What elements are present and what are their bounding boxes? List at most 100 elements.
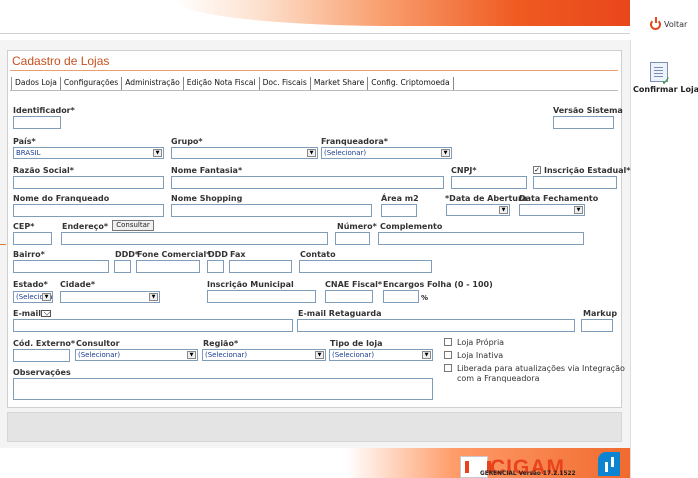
fone-comercial-label: Fone Comercial* xyxy=(137,250,211,259)
fax-label: Fax xyxy=(230,250,246,259)
observacoes-textarea[interactable] xyxy=(13,378,433,400)
confirm-store-label: Confirmar Loja xyxy=(633,85,698,94)
chevron-down-icon: ▼ xyxy=(499,206,508,214)
area-m2-input[interactable] xyxy=(381,204,417,217)
footer-area xyxy=(7,412,622,442)
complemento-input[interactable] xyxy=(378,232,584,245)
liberada-label-line2: com a Franqueadora xyxy=(457,374,540,383)
email-label: E-mail xyxy=(13,309,42,318)
tab-dados-loja[interactable]: Dados Loja xyxy=(12,77,61,90)
tipo-loja-label: Tipo de loja xyxy=(330,339,383,348)
divider xyxy=(0,33,630,34)
estado-label: Estado* xyxy=(13,280,48,289)
markup-input[interactable] xyxy=(581,319,613,332)
pais-value: BRASIL xyxy=(16,149,41,157)
razao-social-input[interactable] xyxy=(13,176,164,189)
data-fechamento-select[interactable]: ▼ xyxy=(519,204,585,216)
consultor-label: Consultor xyxy=(76,339,120,348)
estado-select[interactable]: (Selecionar)▼ xyxy=(13,291,53,303)
cnae-fiscal-input[interactable] xyxy=(325,290,373,303)
nome-franqueado-input[interactable] xyxy=(13,204,164,217)
loja-propria-label: Loja Própria xyxy=(457,338,505,347)
nome-fantasia-label: Nome Fantasia* xyxy=(171,166,243,175)
tab-divider xyxy=(10,90,618,91)
razao-social-label: Razão Social* xyxy=(13,166,74,175)
inscricao-estadual-input[interactable] xyxy=(533,176,617,189)
back-button[interactable]: Voltar xyxy=(650,16,687,32)
ddd-label: DDD* xyxy=(115,250,140,259)
grupo-select[interactable]: ▼ xyxy=(171,147,318,159)
data-abertura-select[interactable]: ▼ xyxy=(446,204,510,216)
fax-input[interactable] xyxy=(229,260,292,273)
cidade-select[interactable]: ▼ xyxy=(60,291,160,303)
pais-label: País* xyxy=(13,137,36,146)
inscricao-estadual-label: Inscrição Estadual* xyxy=(544,166,631,175)
identificador-label: Identificador* xyxy=(13,106,75,115)
endereco-input[interactable] xyxy=(61,232,328,245)
left-edge-marker xyxy=(0,244,6,245)
bairro-input[interactable] xyxy=(13,260,109,273)
logo-subtitle: GERENCIAL Versão 17.2.1522 xyxy=(480,471,576,477)
loja-propria-checkbox[interactable] xyxy=(444,338,452,346)
regiao-label: Região* xyxy=(203,339,239,348)
liberada-checkbox[interactable] xyxy=(444,364,452,372)
tab-edicao-nota-fiscal[interactable]: Edição Nota Fiscal xyxy=(184,77,260,90)
pais-select[interactable]: BRASIL ▼ xyxy=(13,147,164,159)
endereco-label: Endereço* xyxy=(62,222,109,231)
regiao-select[interactable]: (Selecionar) ▼ xyxy=(202,349,326,361)
ddd-fax-input[interactable] xyxy=(207,260,224,273)
versao-sistema-input[interactable] xyxy=(553,116,614,129)
loja-inativa-checkbox[interactable] xyxy=(444,351,452,359)
data-abertura-label: *Data de Abertura xyxy=(445,194,528,203)
consultor-value: (Selecionar) xyxy=(78,351,121,359)
cod-externo-input[interactable] xyxy=(13,349,70,362)
fone-comercial-input[interactable] xyxy=(136,260,200,273)
nome-shopping-label: Nome Shopping xyxy=(171,194,243,203)
encargos-folha-label: Encargos Folha (0 - 100) xyxy=(383,280,493,289)
liberada-label-line1: Liberada para atualizações via Integraçã… xyxy=(457,364,625,373)
document-check-icon: ✓ xyxy=(650,62,671,88)
tab-doc-fiscais[interactable]: Doc. Fiscais xyxy=(260,77,311,90)
data-fechamento-label: Data Fechamento xyxy=(519,194,599,203)
chevron-down-icon: ▼ xyxy=(315,351,324,359)
page-title: Cadastro de Lojas xyxy=(12,54,110,68)
consultor-select[interactable]: (Selecionar) ▼ xyxy=(75,349,198,361)
cigam-logo: CIGAM GERENCIAL Versão 17.2.1522 xyxy=(460,452,620,478)
inscricao-estadual-checkbox[interactable]: ✓ xyxy=(533,166,541,174)
chevron-down-icon: ▼ xyxy=(153,149,162,157)
tab-bar: Dados Loja Configurações Administração E… xyxy=(11,77,454,90)
nome-shopping-input[interactable] xyxy=(171,204,372,217)
identificador-input[interactable] xyxy=(13,116,61,129)
nome-fantasia-input[interactable] xyxy=(171,176,444,189)
email-retaguarda-input[interactable] xyxy=(297,319,575,332)
ddd-input[interactable] xyxy=(114,260,131,273)
regiao-value: (Selecionar) xyxy=(205,351,248,359)
consultar-button[interactable]: Consultar xyxy=(112,220,154,231)
franqueadora-select[interactable]: (Selecionar) ▼ xyxy=(321,147,452,159)
inscricao-municipal-input[interactable] xyxy=(207,290,316,303)
numero-label: Número* xyxy=(337,222,377,231)
cod-externo-label: Cód. Externo* xyxy=(13,339,76,348)
title-divider xyxy=(10,70,618,71)
inscricao-municipal-label: Inscrição Municipal xyxy=(207,280,294,289)
chevron-down-icon: ▼ xyxy=(42,293,51,301)
encargos-folha-input[interactable] xyxy=(383,290,419,303)
percent-unit: % xyxy=(421,294,429,302)
cnpj-input[interactable] xyxy=(451,176,527,189)
email-input[interactable] xyxy=(13,319,293,332)
versao-sistema-label: Versão Sistema xyxy=(553,106,623,115)
cep-input[interactable] xyxy=(13,232,52,245)
contato-input[interactable] xyxy=(299,260,432,273)
tab-configuracoes[interactable]: Configurações xyxy=(61,77,123,90)
tab-market-share[interactable]: Market Share xyxy=(311,77,369,90)
bairro-label: Bairro* xyxy=(13,250,45,259)
numero-input[interactable] xyxy=(335,232,370,245)
tab-config-criptomoeda[interactable]: Config. Criptomoeda xyxy=(368,77,454,90)
contato-label: Contato xyxy=(300,250,336,259)
confirm-store-button[interactable]: ✓ Confirmar Loja xyxy=(633,58,698,116)
tab-administracao[interactable]: Administração xyxy=(122,77,184,90)
chevron-down-icon: ▼ xyxy=(574,206,583,214)
observacoes-label: Observações xyxy=(13,368,71,377)
tipo-loja-select[interactable]: (Selecionar) ▼ xyxy=(329,349,433,361)
bar-chart-icon xyxy=(598,452,620,476)
